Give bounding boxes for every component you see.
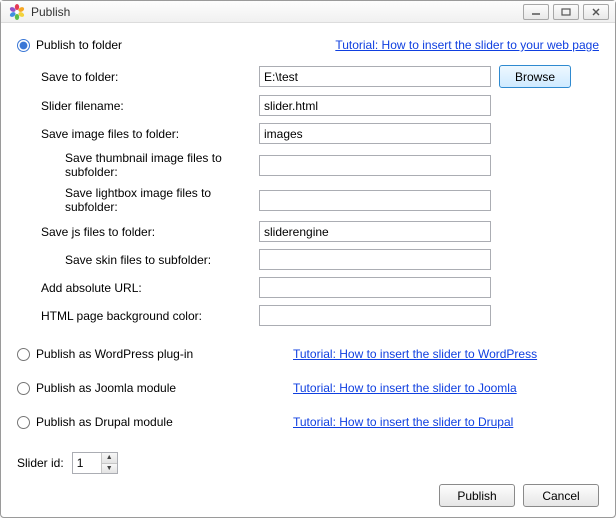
publish-wordpress-radio[interactable] — [17, 348, 30, 361]
lightbox-subfolder-label: Save lightbox image files to subfolder: — [41, 186, 251, 214]
slider-filename-input[interactable] — [259, 95, 491, 116]
slider-id-input[interactable] — [73, 453, 101, 473]
bg-color-input[interactable] — [259, 305, 491, 326]
image-folder-input[interactable] — [259, 123, 491, 144]
publish-joomla-label: Publish as Joomla module — [36, 381, 176, 395]
dialog-body: Publish to folder Tutorial: How to inser… — [1, 23, 615, 517]
browse-button[interactable]: Browse — [499, 65, 571, 88]
slider-id-label: Slider id: — [17, 456, 64, 470]
stepper-down-icon[interactable]: ▼ — [102, 464, 117, 474]
publish-folder-label: Publish to folder — [36, 38, 122, 52]
window-title: Publish — [31, 5, 523, 19]
stepper-up-icon[interactable]: ▲ — [102, 453, 117, 464]
js-folder-label: Save js files to folder: — [41, 225, 251, 239]
slider-id-stepper[interactable]: ▲ ▼ — [72, 452, 118, 474]
dialog-footer: Publish Cancel — [17, 474, 599, 507]
publish-wordpress-label: Publish as WordPress plug-in — [36, 347, 193, 361]
skin-subfolder-input[interactable] — [259, 249, 491, 270]
cancel-button[interactable]: Cancel — [523, 484, 599, 507]
titlebar: Publish — [1, 1, 615, 23]
skin-subfolder-label: Save skin files to subfolder: — [41, 253, 251, 267]
js-folder-input[interactable] — [259, 221, 491, 242]
lightbox-subfolder-input[interactable] — [259, 190, 491, 211]
publish-drupal-label: Publish as Drupal module — [36, 415, 173, 429]
save-to-folder-label: Save to folder: — [41, 70, 251, 84]
minimize-button[interactable] — [523, 4, 549, 20]
publish-joomla-radio[interactable] — [17, 382, 30, 395]
tutorial-folder-link[interactable]: Tutorial: How to insert the slider to yo… — [335, 38, 599, 52]
maximize-button[interactable] — [553, 4, 579, 20]
publish-folder-radio[interactable] — [17, 39, 30, 52]
absolute-url-input[interactable] — [259, 277, 491, 298]
folder-settings-panel: Save to folder: Browse Slider filename: … — [41, 65, 599, 326]
window-controls — [523, 4, 609, 20]
publish-button[interactable]: Publish — [439, 484, 515, 507]
publish-drupal-radio[interactable] — [17, 416, 30, 429]
publish-dialog: Publish Publish to folder Tutorial: How … — [0, 0, 616, 518]
other-targets: Publish as WordPress plug-in Tutorial: H… — [17, 344, 599, 436]
app-logo-icon — [9, 4, 25, 20]
absolute-url-label: Add absolute URL: — [41, 281, 251, 295]
slider-filename-label: Slider filename: — [41, 99, 251, 113]
thumb-subfolder-input[interactable] — [259, 155, 491, 176]
save-to-folder-input[interactable] — [259, 66, 491, 87]
tutorial-drupal-link[interactable]: Tutorial: How to insert the slider to Dr… — [293, 415, 513, 429]
tutorial-wordpress-link[interactable]: Tutorial: How to insert the slider to Wo… — [293, 347, 537, 361]
tutorial-joomla-link[interactable]: Tutorial: How to insert the slider to Jo… — [293, 381, 517, 395]
image-folder-label: Save image files to folder: — [41, 127, 251, 141]
close-button[interactable] — [583, 4, 609, 20]
bg-color-label: HTML page background color: — [41, 309, 251, 323]
thumb-subfolder-label: Save thumbnail image files to subfolder: — [41, 151, 251, 179]
